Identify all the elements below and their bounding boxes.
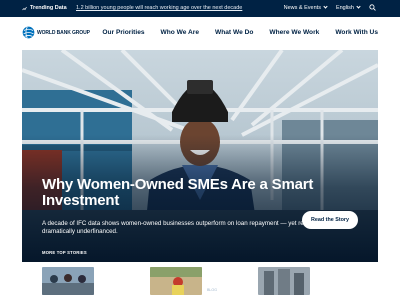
story-title: Data as a Commodity: The New Geography o… — [315, 267, 363, 293]
trending-label: Trending Data — [22, 5, 67, 11]
nav-where-we-work[interactable]: Where We Work — [269, 29, 319, 36]
story-thumbnail — [258, 267, 310, 295]
story-title: What's New in the World Development Indi… — [99, 267, 145, 299]
story-thumbnail — [42, 267, 94, 295]
nav-who-we-are[interactable]: Who We Are — [161, 29, 199, 36]
search-icon[interactable] — [369, 4, 376, 11]
trending-label-text: Trending Data — [30, 5, 67, 11]
trending-bar: Trending Data 1.2 billion young people w… — [0, 0, 400, 17]
nav-our-priorities[interactable]: Our Priorities — [102, 29, 144, 36]
logo-text: WORLD BANK GROUP — [37, 29, 90, 36]
story-thumbnail — [150, 267, 202, 295]
trending-icon — [22, 6, 27, 10]
nav-what-we-do[interactable]: What We Do — [215, 29, 253, 36]
language-dropdown[interactable]: English — [335, 4, 361, 11]
world-bank-logo[interactable]: WORLD BANK GROUP — [22, 26, 90, 39]
main-nav: Our Priorities Who We Are What We Do Whe… — [102, 29, 378, 36]
story-tag: BLOG — [207, 288, 217, 293]
globe-logo-icon — [22, 26, 35, 39]
chevron-down-icon — [356, 4, 361, 9]
language-label: English — [335, 4, 354, 11]
more-top-stories-label: MORE TOP STORIES — [42, 250, 87, 255]
news-events-dropdown[interactable]: News & Events — [283, 4, 328, 11]
news-events-label: News & Events — [283, 4, 321, 11]
story-card[interactable]: Data as a Commodity: The New Geography o… — [258, 267, 363, 295]
story-title: Energy Security: The Foundation of Job C… — [207, 267, 255, 286]
nav-work-with-us[interactable]: Work With Us — [335, 29, 378, 36]
more-top-stories: MORE TOP STORIES What's New in the World… — [22, 212, 378, 300]
story-card[interactable]: Energy Security: The Foundation of Job C… — [150, 267, 255, 295]
chevron-down-icon — [323, 4, 328, 9]
site-header: WORLD BANK GROUP Our Priorities Who We A… — [0, 17, 400, 50]
story-card[interactable]: What's New in the World Development Indi… — [42, 267, 147, 299]
trending-link[interactable]: 1.2 billion young people will reach work… — [76, 5, 242, 11]
hero-title[interactable]: Why Women-Owned SMEs Are a Smart Investm… — [42, 177, 332, 209]
